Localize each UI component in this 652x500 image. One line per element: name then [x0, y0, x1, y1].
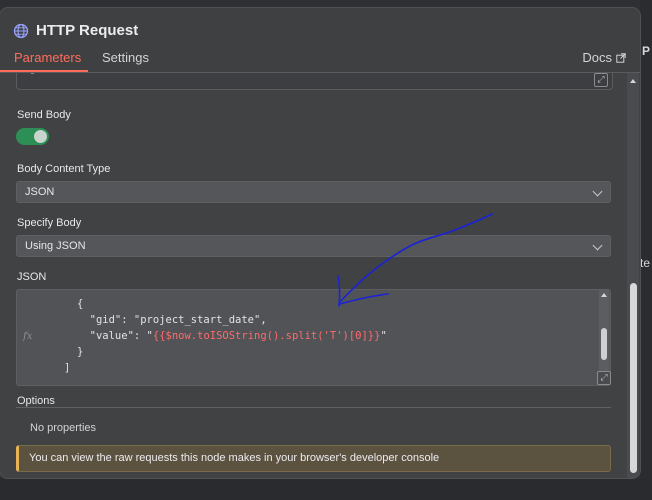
tab-settings[interactable]: Settings — [102, 50, 149, 65]
scroll-up-arrow-icon[interactable] — [601, 293, 607, 297]
toggle-knob — [34, 130, 47, 143]
previous-field-input[interactable]: ⤢ — [16, 73, 613, 90]
scroll-up-arrow-icon[interactable] — [630, 79, 636, 83]
expand-editor-icon[interactable]: ⤢ — [594, 73, 608, 87]
code-line-expression: "value": "{{$now.toISOString().split('T'… — [77, 330, 387, 342]
background-text: te — [640, 256, 651, 270]
editor-scrollbar-thumb[interactable] — [601, 328, 607, 360]
node-parameters-panel: HTTP Request Parameters Settings Docs ⤢ … — [0, 8, 640, 478]
panel-header: HTTP Request Parameters Settings Docs — [0, 8, 640, 73]
specify-body-value: Using JSON — [25, 240, 86, 252]
canvas-background-bottom — [0, 478, 652, 500]
specify-body-select[interactable]: Using JSON — [16, 235, 611, 257]
active-tab-indicator — [0, 70, 88, 72]
title-row: HTTP Request — [13, 22, 138, 39]
tab-parameters[interactable]: Parameters — [14, 50, 81, 65]
notice-text: You can view the raw requests this node … — [29, 452, 440, 464]
expression-value: {{$now.toISOString().split('T')[0]}} — [152, 330, 381, 342]
code-line-partial — [45, 290, 159, 296]
docs-label: Docs — [582, 50, 612, 65]
panel-scrollbar[interactable] — [627, 73, 639, 478]
options-label: Options — [17, 395, 55, 407]
send-body-label: Send Body — [17, 109, 71, 121]
code-quote: " — [380, 330, 387, 342]
docs-link[interactable]: Docs — [582, 50, 626, 65]
no-properties-text: No properties — [30, 422, 97, 434]
code-line: { — [77, 298, 84, 310]
expand-editor-icon[interactable]: ⤢ — [597, 371, 611, 385]
expression-fx-icon: fx — [23, 331, 33, 342]
body-content-type-select[interactable]: JSON — [16, 181, 611, 203]
scroll-down-arrow-icon[interactable] — [630, 469, 636, 473]
panel-scrollbar-thumb[interactable] — [630, 283, 637, 473]
json-label: JSON — [17, 271, 47, 283]
external-link-icon — [616, 52, 626, 63]
globe-icon — [13, 23, 29, 38]
body-content-type-label: Body Content Type — [17, 163, 111, 175]
chevron-down-icon — [592, 186, 603, 197]
chevron-down-icon — [592, 240, 603, 251]
code-line: ] — [64, 362, 71, 374]
json-code-editor[interactable]: fx { "gid": "project_start_date", "value… — [16, 289, 611, 386]
options-divider — [16, 407, 611, 408]
background-text: P — [642, 44, 651, 58]
code-line: } — [77, 346, 84, 358]
parameters-content: ⤢ Send Body Body Content Type JSON Speci… — [0, 73, 626, 478]
field-text-fragment — [31, 73, 34, 74]
specify-body-label: Specify Body — [17, 217, 82, 229]
body-content-type-value: JSON — [25, 186, 55, 198]
send-body-toggle[interactable] — [16, 128, 49, 145]
code-line: "gid": "project_start_date", — [77, 314, 267, 326]
canvas-background: P te — [640, 0, 652, 500]
code-key: "value": — [77, 330, 147, 342]
node-title: HTTP Request — [36, 22, 139, 39]
info-notice: You can view the raw requests this node … — [16, 445, 611, 472]
